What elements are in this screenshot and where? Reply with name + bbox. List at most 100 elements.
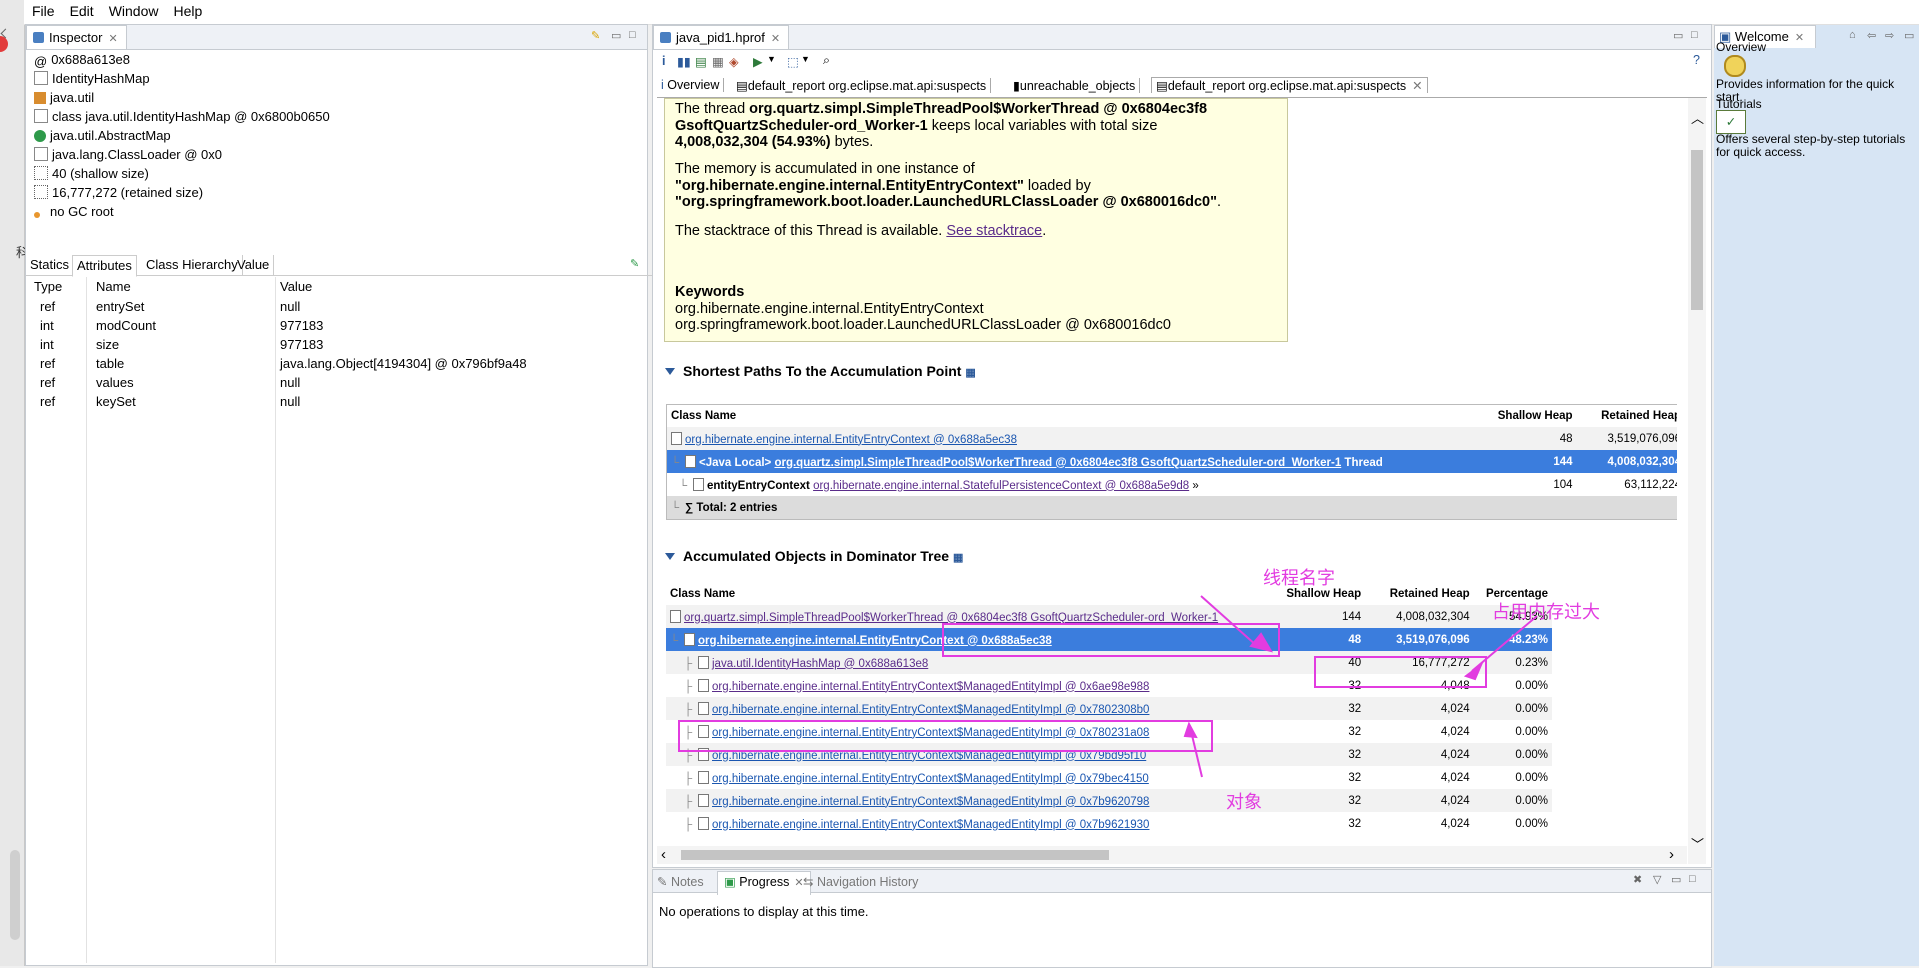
overview-icon[interactable] — [1724, 55, 1746, 77]
scrollbar-thumb[interactable] — [1691, 150, 1703, 310]
arrow-thread-name — [1200, 595, 1258, 647]
export-icon[interactable]: ⬚ — [787, 54, 799, 69]
inspector-package: java.util — [34, 88, 94, 107]
row-text: class java.util.IdentityHashMap @ 0x6800… — [52, 109, 330, 124]
tab-label: java_pid1.hprof — [676, 30, 765, 45]
home-icon[interactable]: ⌂ — [1849, 29, 1856, 41]
chevron-down-icon[interactable]: ▼ — [801, 54, 810, 64]
inspector-classloader: java.lang.ClassLoader @ 0x0 — [34, 145, 222, 164]
maximize-icon[interactable]: □ — [629, 29, 636, 41]
left-edge-strip: 科 — [0, 0, 29, 966]
subtab-class-hierarchy[interactable]: Class Hierarchy — [142, 255, 243, 275]
tab-label: Inspector — [49, 30, 103, 45]
inspector-shallow-size: 40 (shallow size) — [34, 164, 149, 183]
tab-unreachable-objects[interactable]: ▮unreachable_objects — [1009, 78, 1141, 93]
maximize-icon[interactable]: □ — [1691, 29, 1698, 41]
clear-icon[interactable]: ✖ — [1633, 873, 1642, 886]
col-header-value[interactable]: Value — [280, 279, 312, 294]
tab-overview[interactable]: i Overview — [657, 78, 725, 92]
attr-value: null — [280, 299, 301, 314]
minimize-icon[interactable]: ▭ — [611, 29, 621, 42]
tab-label: unreachable_objects — [1019, 79, 1136, 93]
scrollbar[interactable] — [10, 850, 20, 940]
inspector-icon — [33, 32, 44, 43]
tab-navigation-history[interactable]: ⇆ Navigation History — [803, 874, 918, 889]
subtab-statics[interactable]: Statics — [26, 255, 75, 275]
menu-file[interactable]: File — [24, 0, 62, 19]
attr-type: ref — [40, 299, 56, 314]
history-icon: ⇆ — [803, 875, 817, 889]
row-text: IdentityHashMap — [52, 71, 150, 86]
inspector-panel: Inspector ✕ ✎ ▭ □ @0x688a613e8 IdentityHa… — [25, 24, 668, 966]
col-header-name[interactable]: Name — [96, 279, 131, 294]
attr-type: ref — [40, 375, 56, 390]
tab-inspector[interactable]: Inspector ✕ — [26, 25, 127, 49]
notification-badge — [0, 36, 8, 52]
tab-hprof[interactable]: java_pid1.hprof ✕ — [653, 25, 790, 49]
chevron-down-icon[interactable]: ▼ — [767, 54, 776, 64]
back-icon[interactable]: ⇦ — [1867, 29, 1876, 42]
inspector-address: @0x688a613e8 — [34, 50, 130, 69]
minimize-icon[interactable]: ▭ — [1904, 29, 1914, 42]
attr-name: entrySet — [96, 299, 145, 314]
scrollbar-thumb[interactable] — [681, 850, 1109, 860]
chevron-up-icon[interactable]: ︿ — [1691, 108, 1704, 127]
tab-progress[interactable]: ▣ Progress ✕ — [717, 871, 811, 895]
inspector-class-name: IdentityHashMap — [34, 69, 150, 88]
minimize-icon[interactable]: ▭ — [1671, 873, 1681, 886]
run-report-icon[interactable]: ▶ — [753, 54, 763, 69]
info-icon[interactable]: i — [662, 54, 665, 68]
view-menu-icon[interactable]: ▽ — [1653, 873, 1661, 886]
attr-name: modCount — [96, 318, 156, 333]
close-icon[interactable]: ✕ — [1795, 32, 1804, 44]
inspector-superclass: java.util.AbstractMap — [34, 126, 171, 145]
leak-suspects-icon[interactable]: ◈ — [729, 54, 739, 69]
attr-name: keySet — [96, 394, 136, 409]
row-text: java.lang.ClassLoader @ 0x0 — [52, 147, 223, 162]
dominator-tree-icon[interactable]: ▤ — [695, 54, 707, 69]
tutorials-description: Offers several step-by-step tutorials fo… — [1716, 132, 1906, 159]
menu-help[interactable]: Help — [165, 0, 209, 19]
chevron-right-icon[interactable]: › — [1669, 846, 1674, 863]
row-text: 16,777,272 (retained size) — [52, 185, 204, 200]
tutorials-title[interactable]: Tutorials — [1716, 97, 1762, 111]
tab-default-report-2[interactable]: ▤default_report org.eclipse.mat.api:susp… — [1151, 77, 1428, 93]
progress-icon: ▣ — [724, 875, 740, 889]
menu-window[interactable]: Window — [101, 0, 166, 19]
tab-notes[interactable]: ✎ Notes — [657, 874, 704, 889]
menu-edit[interactable]: Edit — [62, 0, 101, 19]
horizontal-scrollbar[interactable]: ‹ › — [657, 846, 1687, 864]
pin-icon[interactable]: ✎ — [630, 257, 639, 270]
chevron-down-icon[interactable]: ﹀ — [1691, 834, 1704, 853]
at-icon: @ — [34, 54, 48, 69]
vertical-scrollbar[interactable]: ︿ ﹀ — [1688, 98, 1706, 864]
overview-title[interactable]: Overview — [1716, 40, 1766, 54]
query-icon[interactable]: ▦ — [712, 54, 724, 69]
report-tabs: i Overview ▤default_report org.eclipse.m… — [657, 77, 1707, 98]
menu-bar: File Edit Window Help — [24, 0, 1919, 25]
heap-dump-icon — [660, 32, 671, 43]
col-header-type[interactable]: Type — [34, 279, 62, 294]
attr-name: size — [96, 337, 120, 352]
subtab-attributes[interactable]: Attributes — [72, 255, 137, 277]
histogram-icon[interactable]: ▮▮ — [677, 54, 691, 69]
subtab-value[interactable]: Value — [233, 255, 275, 275]
close-icon[interactable]: ✕ — [771, 33, 780, 45]
forward-icon[interactable]: ⇨ — [1885, 29, 1894, 42]
attr-type: ref — [40, 356, 56, 371]
maximize-icon[interactable]: □ — [1689, 873, 1696, 885]
close-icon[interactable]: ✕ — [108, 33, 117, 45]
help-icon[interactable]: ? — [1693, 53, 1700, 67]
minimize-icon[interactable]: ▭ — [1673, 29, 1683, 42]
close-icon[interactable]: ✕ — [1412, 79, 1422, 93]
pin-icon[interactable]: ✎ — [591, 29, 600, 42]
search-icon[interactable]: ⌕ — [823, 53, 830, 68]
package-icon — [34, 92, 46, 104]
chevron-left-icon[interactable]: ‹ — [661, 846, 666, 863]
annotation-arrows — [1183, 595, 1538, 778]
attr-value: null — [280, 394, 301, 409]
welcome-panel: ▣ Welcome ✕ ⌂ ⇦ ⇨ ▭ Overview Provides inf… — [1714, 25, 1919, 966]
tab-default-report-1[interactable]: ▤default_report org.eclipse.mat.api:susp… — [732, 78, 992, 93]
notes-icon: ✎ — [657, 875, 671, 889]
tutorials-icon[interactable]: ✓ — [1716, 110, 1746, 134]
